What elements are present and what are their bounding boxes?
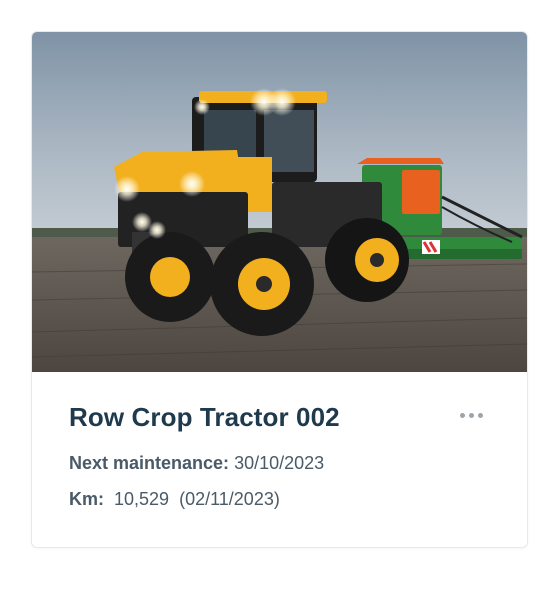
next-maintenance-label: Next maintenance: [69,453,230,473]
km-row: Km: 10,529 (02/11/2023) [69,489,280,510]
equipment-card[interactable]: Row Crop Tractor 002 Next maintenance: 3… [31,31,528,548]
tractor-photo [32,32,527,372]
km-value: 10,529 [114,489,170,509]
next-maintenance-value: 30/10/2023 [234,453,325,473]
more-horizontal-icon-dot [468,412,474,418]
km-label: Km: [69,489,104,509]
more-horizontal-icon-dot [477,412,483,418]
card-body: Row Crop Tractor 002 Next maintenance: 3… [32,372,527,547]
more-horizontal-icon [459,412,465,418]
next-maintenance-row: Next maintenance: 30/10/2023 [69,453,324,474]
equipment-title: Row Crop Tractor 002 [69,402,340,432]
more-options-button[interactable] [454,405,488,425]
km-date: (02/11/2023) [179,489,280,509]
